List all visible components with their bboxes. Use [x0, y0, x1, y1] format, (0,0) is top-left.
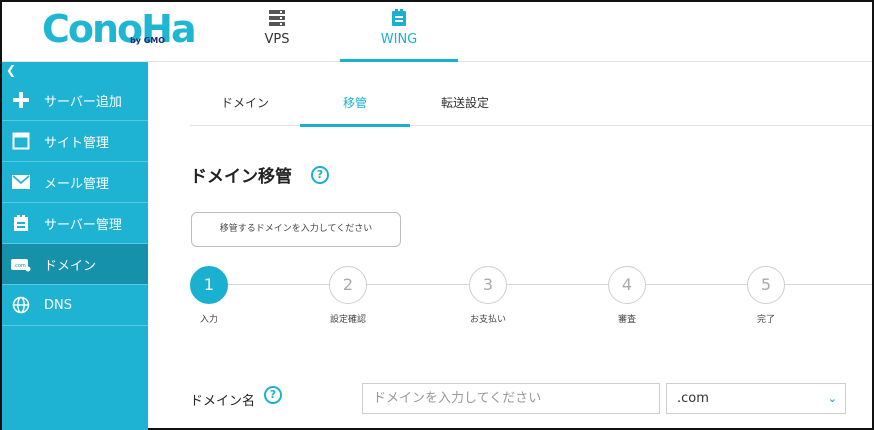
wing-icon	[392, 9, 406, 26]
sidebar-item-add-server[interactable]: サーバー追加	[2, 80, 148, 121]
sidebar-item-label: ドメイン	[44, 258, 97, 274]
input-hint-tooltip: 移管するドメインを入力してください	[191, 212, 401, 247]
step-4: 4 審査	[608, 266, 646, 325]
tld-selected-value: .com	[677, 391, 709, 406]
tab-transfer[interactable]: 移管	[300, 90, 410, 127]
nav-active-underline	[340, 59, 458, 62]
step-number: 4	[608, 266, 646, 304]
domain-icon: .com	[11, 254, 31, 274]
sidebar-item-domain[interactable]: .com ドメイン	[2, 244, 148, 285]
tab-label: 移管	[342, 96, 367, 110]
conoha-logo[interactable]: ConoHa by GMO	[42, 6, 197, 56]
tab-active-underline	[300, 124, 410, 127]
sidebar-item-site-manage[interactable]: サイト管理	[2, 121, 148, 162]
mail-icon	[11, 172, 31, 192]
sidebar-collapse-button[interactable]: ❮	[2, 62, 148, 80]
nav-tab-label: WING	[380, 32, 418, 47]
step-label: 完了	[756, 315, 775, 325]
step-number: 2	[329, 266, 367, 304]
step-label: 審査	[617, 315, 636, 325]
nav-tab-wing[interactable]: WING	[340, 2, 458, 62]
nav-tab-label: VPS	[264, 32, 290, 47]
sidebar-item-dns[interactable]: DNS	[2, 285, 148, 326]
domain-input[interactable]	[362, 383, 660, 414]
step-1: 1 入力	[190, 266, 228, 325]
step-number: 3	[469, 266, 507, 304]
svg-text:.com: .com	[14, 263, 26, 269]
top-header: ConoHa by GMO VPS WING	[2, 2, 872, 62]
sidebar-item-label: サイト管理	[44, 135, 110, 151]
step-label: 入力	[199, 315, 218, 325]
server-manage-icon	[11, 213, 31, 233]
tld-select[interactable]: .com ⌄	[666, 383, 846, 414]
sidebar-item-mail-manage[interactable]: メール管理	[2, 162, 148, 203]
sub-tabs: ドメイン 移管 転送設定	[190, 90, 872, 127]
tab-forwarding[interactable]: 転送設定	[410, 90, 520, 126]
tab-domain[interactable]: ドメイン	[190, 90, 300, 126]
window-icon	[11, 131, 31, 151]
step-5: 5 完了	[747, 266, 785, 325]
step-2: 2 設定確認	[329, 266, 367, 325]
step-label: お支払い	[469, 315, 506, 325]
nav-tab-vps[interactable]: VPS	[242, 2, 312, 60]
help-icon[interactable]: ?	[311, 166, 329, 184]
logo-sub: by GMO	[130, 36, 166, 45]
globe-icon	[11, 295, 31, 315]
sidebar-item-label: サーバー管理	[44, 217, 122, 233]
sidebar-item-label: サーバー追加	[44, 94, 122, 110]
sidebar-item-label: DNS	[44, 297, 72, 313]
page-title: ドメイン移管	[190, 167, 292, 187]
step-number: 1	[190, 266, 228, 304]
progress-steps: 1 入力 2 設定確認 3 お支払い 4 審査 5 完了	[190, 266, 872, 326]
sidebar-item-label: メール管理	[44, 176, 110, 192]
sidebar: ❮ サーバー追加 サイト管理 メール管理 サーバー管理 .com ドメイン DN…	[2, 62, 148, 430]
plus-icon	[11, 90, 31, 110]
sidebar-item-server-manage[interactable]: サーバー管理	[2, 203, 148, 244]
step-label: 設定確認	[329, 315, 366, 325]
help-icon[interactable]: ?	[264, 386, 282, 404]
server-icon	[269, 10, 285, 26]
step-number: 5	[747, 266, 785, 304]
domain-name-label: ドメイン名	[190, 394, 256, 409]
chevron-down-icon: ⌄	[827, 392, 837, 405]
step-3: 3 お支払い	[469, 266, 507, 325]
logo-text: ConoHa	[42, 7, 197, 51]
